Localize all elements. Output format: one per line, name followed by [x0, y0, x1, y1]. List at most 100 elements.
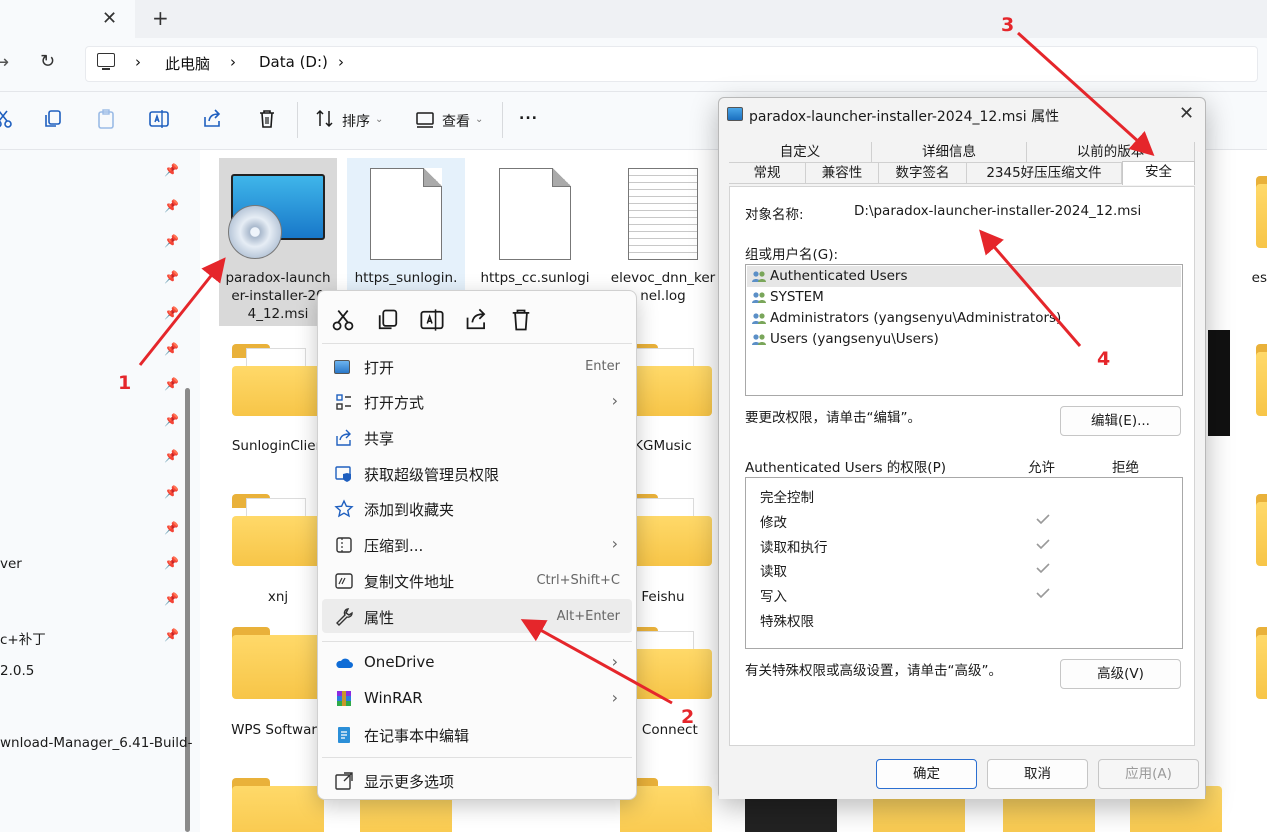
onedrive-cloud-icon	[336, 658, 353, 668]
close-icon[interactable]: ✕	[1179, 103, 1194, 124]
star-icon	[334, 499, 354, 518]
new-tab-icon[interactable]: +	[152, 6, 169, 30]
tab-security[interactable]: 安全	[1122, 161, 1195, 185]
breadcrumb-data-d[interactable]: Data (D:)	[259, 53, 328, 71]
pin-icon[interactable]: 📌	[164, 377, 179, 391]
tab-general[interactable]: 常规	[729, 163, 806, 184]
cut-icon[interactable]	[0, 108, 14, 130]
breadcrumb-this-pc[interactable]: 此电脑	[165, 53, 210, 74]
thumbnail-image[interactable]	[1208, 330, 1230, 436]
tab-compatibility[interactable]: 兼容性	[806, 163, 879, 184]
cut-icon[interactable]	[330, 307, 356, 333]
menu-shortcut: Ctrl+Shift+C	[536, 573, 620, 588]
copy-icon[interactable]	[375, 307, 401, 333]
cancel-button[interactable]: 取消	[987, 759, 1088, 789]
ok-button[interactable]: 确定	[876, 759, 977, 789]
menu-item-show-more[interactable]: 显示更多选项	[322, 763, 632, 797]
pin-icon[interactable]: 📌	[164, 413, 179, 427]
menu-item-add-favorite[interactable]: 添加到收藏夹	[322, 491, 632, 525]
pin-icon[interactable]: 📌	[164, 234, 179, 248]
pin-icon[interactable]: 📌	[164, 628, 179, 642]
view-button[interactable]: 查看	[442, 111, 470, 131]
menu-item-open-with[interactable]: 打开方式 ›	[322, 384, 632, 418]
rename-icon[interactable]	[148, 108, 170, 130]
apply-button[interactable]: 应用(A)	[1098, 759, 1199, 789]
delete-icon[interactable]	[508, 307, 534, 333]
folder-icon[interactable]	[232, 627, 324, 699]
folder-icon[interactable]	[1256, 344, 1267, 416]
delete-icon[interactable]	[256, 108, 278, 130]
sidebar-item[interactable]: 2.0.5	[0, 663, 34, 679]
menu-item-label: 打开	[364, 359, 395, 377]
pin-icon[interactable]: 📌	[164, 485, 179, 499]
sidebar-item[interactable]: c+补丁	[0, 628, 46, 648]
menu-item-winrar[interactable]: WinRAR ›	[322, 681, 632, 715]
copy-icon[interactable]	[42, 108, 64, 130]
sort-button[interactable]: 排序	[342, 111, 370, 131]
advanced-button[interactable]: 高级(V)	[1060, 659, 1181, 689]
folder-icon[interactable]	[1256, 627, 1267, 699]
sidebar-item[interactable]: wnload-Manager_6.41-Build-	[0, 735, 192, 751]
list-item[interactable]: SYSTEM	[747, 287, 1181, 308]
share-icon[interactable]	[202, 108, 224, 130]
menu-item-compress[interactable]: 压缩到... ›	[322, 527, 632, 561]
allow-check-icon	[1036, 563, 1050, 573]
pin-icon[interactable]: 📌	[164, 521, 179, 535]
menu-item-edit-notepad[interactable]: 在记事本中编辑	[322, 717, 632, 751]
menu-item-share[interactable]: 共享	[322, 420, 632, 454]
list-item[interactable]: Users (yangsenyu\Users)	[747, 329, 1181, 350]
sort-icon[interactable]	[314, 108, 336, 130]
tab-2345-compressed[interactable]: 2345好压压缩文件	[967, 163, 1122, 184]
tab-details[interactable]: 详细信息	[872, 142, 1027, 163]
pin-icon[interactable]: 📌	[164, 199, 179, 213]
menu-item-label: 复制文件地址	[364, 573, 455, 591]
tab-digital-signature[interactable]: 数字签名	[879, 163, 967, 184]
view-icon[interactable]	[414, 108, 436, 130]
breadcrumb-chevron-icon[interactable]: ›	[338, 53, 344, 71]
dialog-title: paradox-launcher-installer-2024_12.msi 属…	[749, 109, 1060, 125]
pin-icon[interactable]: 📌	[164, 449, 179, 463]
menu-item-get-admin[interactable]: 获取超级管理员权限	[322, 456, 632, 490]
paste-icon[interactable]	[95, 108, 117, 130]
menu-item-copy-path[interactable]: 复制文件地址 Ctrl+Shift+C	[322, 563, 632, 597]
permission-row: 完全控制	[760, 490, 814, 506]
tab-custom[interactable]: 自定义	[729, 142, 872, 163]
pin-icon[interactable]: 📌	[164, 342, 179, 356]
user-name: Users (yangsenyu\Users)	[770, 331, 939, 347]
forward-icon[interactable]: →	[0, 52, 9, 73]
edit-button[interactable]: 编辑(E)...	[1060, 406, 1181, 436]
sidebar-item[interactable]: ver	[0, 556, 22, 572]
sidebar-scrollbar[interactable]	[185, 388, 190, 832]
menu-item-open[interactable]: 打开 Enter	[322, 349, 632, 383]
explorer-tab[interactable]: ✕	[0, 0, 135, 38]
menu-item-onedrive[interactable]: OneDrive ›	[322, 645, 632, 679]
pin-icon[interactable]: 📌	[164, 306, 179, 320]
menu-item-properties[interactable]: 属性 Alt+Enter	[322, 599, 632, 633]
pin-icon[interactable]: 📌	[164, 270, 179, 284]
refresh-icon[interactable]: ↻	[40, 51, 55, 72]
rename-icon[interactable]	[419, 307, 445, 333]
pin-icon[interactable]: 📌	[164, 592, 179, 606]
folder-icon[interactable]	[232, 344, 324, 416]
permission-row: 读取	[760, 564, 787, 580]
pin-icon[interactable]: 📌	[164, 556, 179, 570]
file-name: paradox-launch	[225, 270, 331, 286]
list-item[interactable]: Administrators (yangsenyu\Administrators…	[747, 308, 1181, 329]
permissions-listbox[interactable]: 完全控制 修改 读取和执行 读取 写入 特殊权限	[745, 477, 1183, 649]
folder-icon[interactable]	[1256, 176, 1267, 248]
folder-icon[interactable]	[232, 494, 324, 566]
more-options-button[interactable]: ...	[519, 107, 538, 123]
folder-icon[interactable]	[1256, 494, 1267, 566]
share-icon[interactable]	[464, 307, 490, 333]
tab-previous-versions[interactable]: 以前的版本	[1027, 142, 1195, 163]
pin-icon[interactable]: 📌	[164, 163, 179, 177]
folder-icon[interactable]	[232, 778, 324, 832]
submenu-chevron-icon: ›	[611, 688, 618, 707]
object-name-value[interactable]: D:\paradox-launcher-installer-2024_12.ms…	[854, 203, 1141, 219]
close-tab-icon[interactable]: ✕	[102, 8, 117, 29]
document-icon[interactable]	[499, 168, 571, 260]
groups-listbox[interactable]: Authenticated Users SYSTEM Administrator…	[745, 264, 1183, 396]
list-item[interactable]: Authenticated Users	[747, 266, 1181, 287]
deny-column-header: 拒绝	[1112, 460, 1139, 476]
log-file-icon[interactable]	[628, 168, 698, 260]
